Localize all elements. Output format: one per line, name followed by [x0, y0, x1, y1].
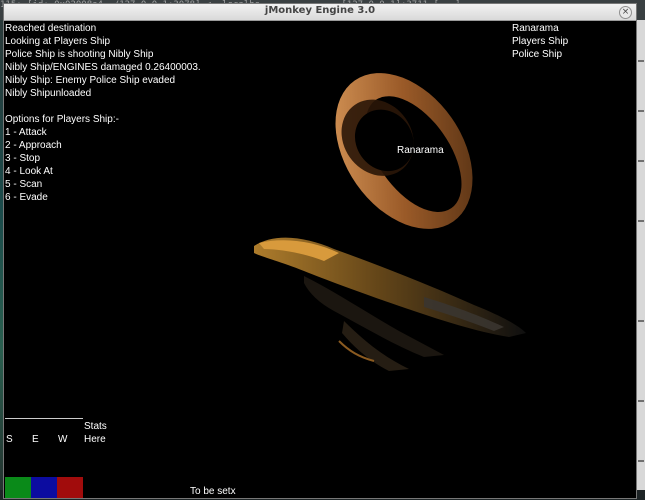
event-log: Reached destination Looking at Players S…	[5, 22, 201, 100]
planet-label: Ranarama	[397, 145, 444, 156]
compass-minimap: S E W	[5, 418, 83, 498]
nearby-item-ranarama[interactable]: Ranarama	[512, 22, 568, 35]
window-title: jMonkey Engine 3.0	[264, 5, 376, 16]
screen: 115: [id: 0x02008e4, /127.0.0.1:3078] <-…	[0, 0, 645, 500]
compass-heading-w: W	[58, 434, 68, 445]
log-line: Looking at Players Ship	[5, 36, 111, 47]
nearby-item-players-ship[interactable]: Players Ship	[512, 35, 568, 48]
log-line: Nibly Shipunloaded	[5, 88, 92, 99]
log-line: Police Ship is shooting Nibly Ship	[5, 49, 154, 60]
log-line: Nibly Ship/ENGINES damaged 0.26400003.	[5, 62, 201, 73]
nearby-objects-list: Ranarama Players Ship Police Ship	[512, 22, 568, 61]
compass-heading-s: S	[6, 434, 13, 445]
compass-heading-e: E	[32, 434, 39, 445]
log-line: Reached destination	[5, 23, 97, 34]
option-approach[interactable]: 2 - Approach	[5, 139, 119, 152]
stats-panel: Stats Here	[84, 420, 107, 446]
radar-block-red	[57, 477, 83, 498]
game-viewport[interactable]: Reached destination Looking at Players S…	[4, 21, 636, 498]
option-attack[interactable]: 1 - Attack	[5, 126, 119, 139]
terminal-scrollbar[interactable]	[637, 20, 645, 490]
radar-block-blue	[31, 477, 57, 498]
status-text: To be setx	[190, 486, 236, 497]
option-look-at[interactable]: 4 - Look At	[5, 165, 119, 178]
options-menu: Options for Players Ship:- 1 - Attack 2 …	[5, 113, 119, 204]
option-stop[interactable]: 3 - Stop	[5, 152, 119, 165]
option-evade[interactable]: 6 - Evade	[5, 191, 119, 204]
player-ship-model[interactable]	[254, 237, 526, 371]
nearby-item-police-ship[interactable]: Police Ship	[512, 48, 568, 61]
stats-line: Here	[84, 434, 106, 445]
log-line: Nibly Ship: Enemy Police Ship evaded	[5, 75, 176, 86]
stats-line: Stats	[84, 421, 107, 432]
close-button[interactable]: ×	[619, 6, 632, 19]
option-scan[interactable]: 5 - Scan	[5, 178, 119, 191]
radar-block-green	[5, 477, 31, 498]
window-titlebar[interactable]: jMonkey Engine 3.0 ×	[4, 4, 636, 21]
game-window[interactable]: jMonkey Engine 3.0 × Reached destination…	[4, 4, 636, 498]
radar-color-blocks	[5, 477, 83, 498]
options-title: Options for Players Ship:-	[5, 114, 119, 125]
